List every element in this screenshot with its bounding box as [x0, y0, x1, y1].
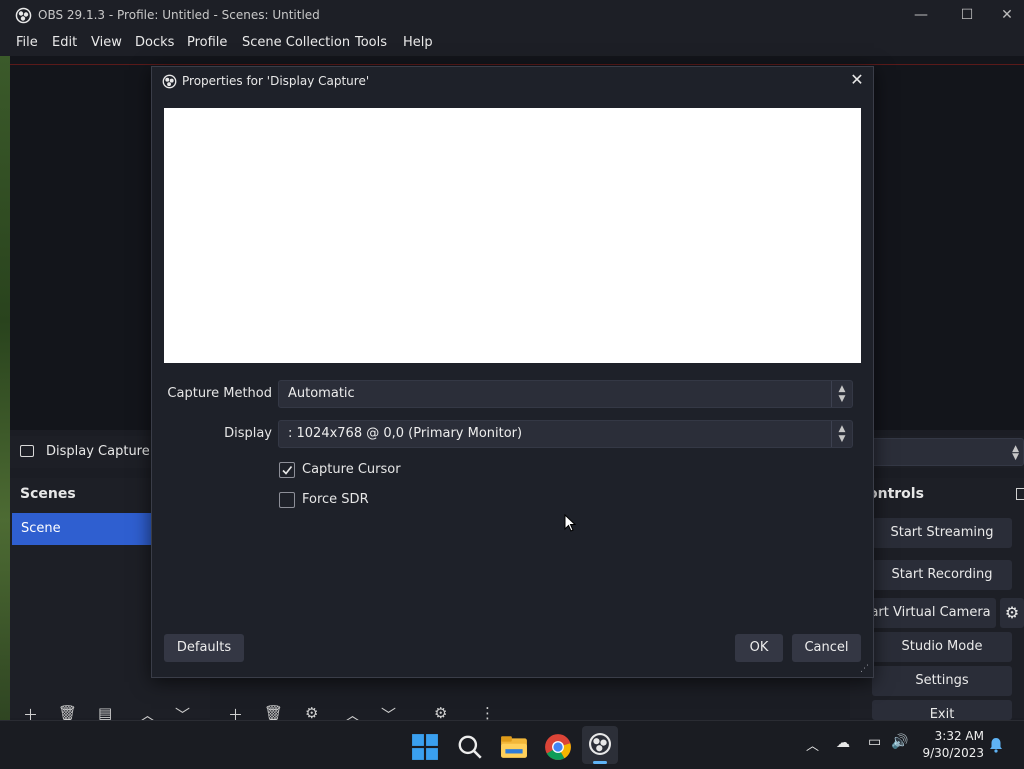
chrome-icon[interactable]: [544, 733, 572, 761]
scene-list-item[interactable]: Scene: [12, 513, 152, 545]
ok-button[interactable]: OK: [735, 634, 783, 662]
windows-start-icon[interactable]: [411, 733, 439, 761]
menu-help[interactable]: Help: [403, 35, 433, 50]
search-icon[interactable]: [456, 733, 484, 761]
exit-button[interactable]: Exit: [872, 700, 1012, 720]
menu-docks[interactable]: Docks: [135, 35, 174, 50]
monitor-icon: [20, 445, 34, 457]
active-app-indicator: [593, 761, 607, 764]
capture-cursor-checkbox[interactable]: [279, 462, 295, 478]
defaults-button[interactable]: Defaults: [164, 634, 244, 662]
display-label: Display: [224, 426, 272, 441]
menu-scene-collection[interactable]: Scene Collection: [242, 35, 350, 50]
mouse-cursor-icon: [564, 514, 576, 532]
file-explorer-icon[interactable]: [500, 733, 528, 761]
select-arrows-icon: ▲ ▼: [831, 381, 852, 407]
select-arrows-icon: ▲ ▼: [831, 421, 852, 447]
window-title: OBS 29.1.3 - Profile: Untitled - Scenes:…: [38, 8, 320, 22]
start-recording-button[interactable]: Start Recording: [872, 560, 1012, 590]
controls-dock-title: ontrols: [868, 486, 924, 502]
start-streaming-button[interactable]: Start Streaming: [872, 518, 1012, 548]
capture-method-label: Capture Method: [167, 386, 272, 401]
resize-grip-icon[interactable]: ⋰: [860, 664, 869, 674]
notification-bell-icon[interactable]: [988, 737, 1004, 753]
properties-dialog: Properties for 'Display Capture' ✕ Captu…: [151, 66, 874, 678]
preview-top-line: [10, 64, 1024, 65]
capture-method-value: Automatic: [288, 386, 355, 401]
obs-taskbar-button[interactable]: [582, 726, 618, 764]
scene-item-label: Scene: [21, 521, 61, 536]
maximize-button[interactable]: ☐: [944, 0, 990, 32]
undock-icon[interactable]: [1016, 488, 1024, 500]
obs-logo-icon: [588, 732, 612, 756]
cancel-button[interactable]: Cancel: [792, 634, 861, 662]
source-select[interactable]: ▲ ▼: [870, 438, 1024, 466]
close-window-button[interactable]: ✕: [990, 0, 1024, 32]
scenes-dock-title: Scenes: [20, 486, 76, 502]
desktop-wallpaper-strip: [0, 56, 10, 720]
display-value: : 1024x768 @ 0,0 (Primary Monitor): [288, 426, 523, 441]
menu-bar: File Edit View Docks Profile Scene Colle…: [0, 32, 1024, 56]
network-icon[interactable]: ▭: [868, 734, 881, 750]
start-virtual-camera-button[interactable]: tart Virtual Camera: [860, 598, 996, 628]
menu-edit[interactable]: Edit: [52, 35, 77, 50]
menu-file[interactable]: File: [16, 35, 38, 50]
menu-view[interactable]: View: [91, 35, 122, 50]
studio-mode-button[interactable]: Studio Mode: [872, 632, 1012, 662]
title-bar: OBS 29.1.3 - Profile: Untitled - Scenes:…: [0, 0, 1024, 32]
chevron-up-icon[interactable]: ︿: [806, 735, 819, 754]
volume-icon[interactable]: 🔊: [891, 734, 908, 750]
display-select[interactable]: : 1024x768 @ 0,0 (Primary Monitor) ▲ ▼: [278, 420, 853, 448]
virtual-camera-settings-gear-icon[interactable]: ⚙: [1000, 598, 1024, 628]
taskbar: ︿ ☁ ▭ 🔊 3:32 AM 9/30/2023: [0, 720, 1024, 769]
obs-logo-icon: [162, 74, 177, 89]
dialog-title: Properties for 'Display Capture': [182, 74, 370, 88]
menu-tools[interactable]: Tools: [355, 35, 387, 50]
capture-preview: [164, 108, 861, 363]
force-sdr-checkbox[interactable]: [279, 492, 295, 508]
capture-method-select[interactable]: Automatic ▲ ▼: [278, 380, 853, 408]
minimize-button[interactable]: —: [898, 0, 944, 32]
clock-date[interactable]: 9/30/2023: [920, 746, 984, 760]
capture-cursor-label[interactable]: Capture Cursor: [302, 462, 401, 477]
menu-profile[interactable]: Profile: [187, 35, 227, 50]
dialog-close-icon[interactable]: ✕: [846, 69, 868, 91]
onedrive-cloud-icon[interactable]: ☁: [836, 735, 850, 751]
settings-button[interactable]: Settings: [872, 666, 1012, 696]
source-name: Display Capture: [46, 444, 150, 459]
force-sdr-label[interactable]: Force SDR: [302, 492, 369, 507]
checkmark-icon: [282, 466, 293, 475]
obs-logo-icon: [15, 7, 32, 24]
clock-time[interactable]: 3:32 AM: [930, 729, 984, 743]
select-arrows-icon: ▲ ▼: [1012, 444, 1019, 462]
